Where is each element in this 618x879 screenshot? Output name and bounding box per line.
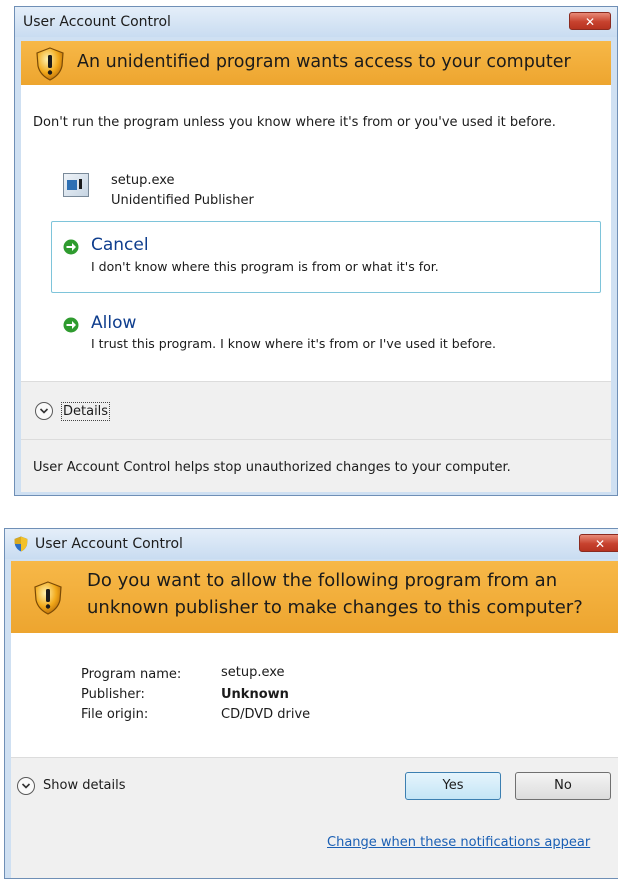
button-row: Show details Yes No	[11, 757, 618, 814]
cancel-command-link[interactable]	[51, 221, 601, 293]
show-details-label[interactable]: Show details	[43, 778, 126, 793]
banner-line-2: unknown publisher to make changes to thi…	[87, 597, 583, 618]
field-value-file-origin: CD/DVD drive	[221, 707, 311, 722]
yes-label: Yes	[442, 778, 464, 793]
banner-line-1: Do you want to allow the following progr…	[87, 570, 558, 591]
close-button[interactable]: ✕	[579, 534, 618, 552]
banner-text: An unidentified program wants access to …	[77, 52, 571, 72]
details-label[interactable]: Details	[60, 402, 111, 421]
title-bar: User Account Control ✕	[5, 529, 618, 559]
cancel-title[interactable]: Cancel	[91, 235, 149, 255]
dialog-body: Don't run the program unless you know wh…	[21, 85, 611, 381]
program-name: setup.exe	[111, 173, 175, 188]
program-icon	[63, 173, 89, 197]
warning-banner: An unidentified program wants access to …	[21, 41, 611, 85]
allow-title[interactable]: Allow	[91, 313, 136, 333]
close-icon: ✕	[594, 537, 606, 551]
no-label: No	[554, 778, 572, 793]
cancel-description: I don't know where this program is from …	[91, 259, 439, 274]
field-value-publisher: Unknown	[221, 687, 289, 702]
field-label-publisher: Publisher:	[81, 687, 145, 702]
uac-dialog-modern: User Account Control ✕ Do you want to al…	[4, 528, 618, 879]
close-button[interactable]: ✕	[569, 12, 611, 30]
chevron-down-icon	[21, 783, 31, 789]
warning-text: Don't run the program unless you know wh…	[33, 115, 556, 130]
warning-banner: Do you want to allow the following progr…	[11, 561, 618, 633]
publisher-name: Unidentified Publisher	[111, 193, 254, 208]
show-details-toggle[interactable]	[17, 777, 35, 795]
field-value-program-name: setup.exe	[221, 665, 285, 680]
green-arrow-icon	[63, 317, 79, 333]
close-icon: ✕	[584, 15, 596, 29]
uac-dialog-legacy: User Account Control ✕ An unidentified p…	[14, 6, 618, 496]
dialog-footer: Change when these notifications appear	[11, 813, 618, 878]
dialog-body: Program name: setup.exe Publisher: Unkno…	[11, 633, 618, 757]
footer-text: User Account Control helps stop unauthor…	[33, 460, 511, 475]
allow-description: I trust this program. I know where it's …	[91, 336, 497, 351]
no-button[interactable]: No	[515, 772, 611, 800]
green-arrow-icon	[63, 239, 79, 255]
yes-button[interactable]: Yes	[405, 772, 501, 800]
chevron-down-icon	[39, 408, 49, 414]
field-label-program-name: Program name:	[81, 667, 182, 682]
window-title: User Account Control	[35, 536, 183, 552]
shield-warning-icon	[34, 581, 62, 615]
window-title: User Account Control	[23, 14, 171, 30]
shield-warning-icon	[36, 47, 64, 81]
change-notifications-link[interactable]: Change when these notifications appear	[327, 835, 590, 850]
uac-shield-icon	[14, 536, 28, 552]
dialog-footer: User Account Control helps stop unauthor…	[21, 439, 611, 492]
details-row: Details	[21, 381, 611, 440]
title-bar: User Account Control ✕	[15, 7, 617, 37]
field-label-file-origin: File origin:	[81, 707, 149, 722]
details-toggle[interactable]	[35, 402, 53, 420]
